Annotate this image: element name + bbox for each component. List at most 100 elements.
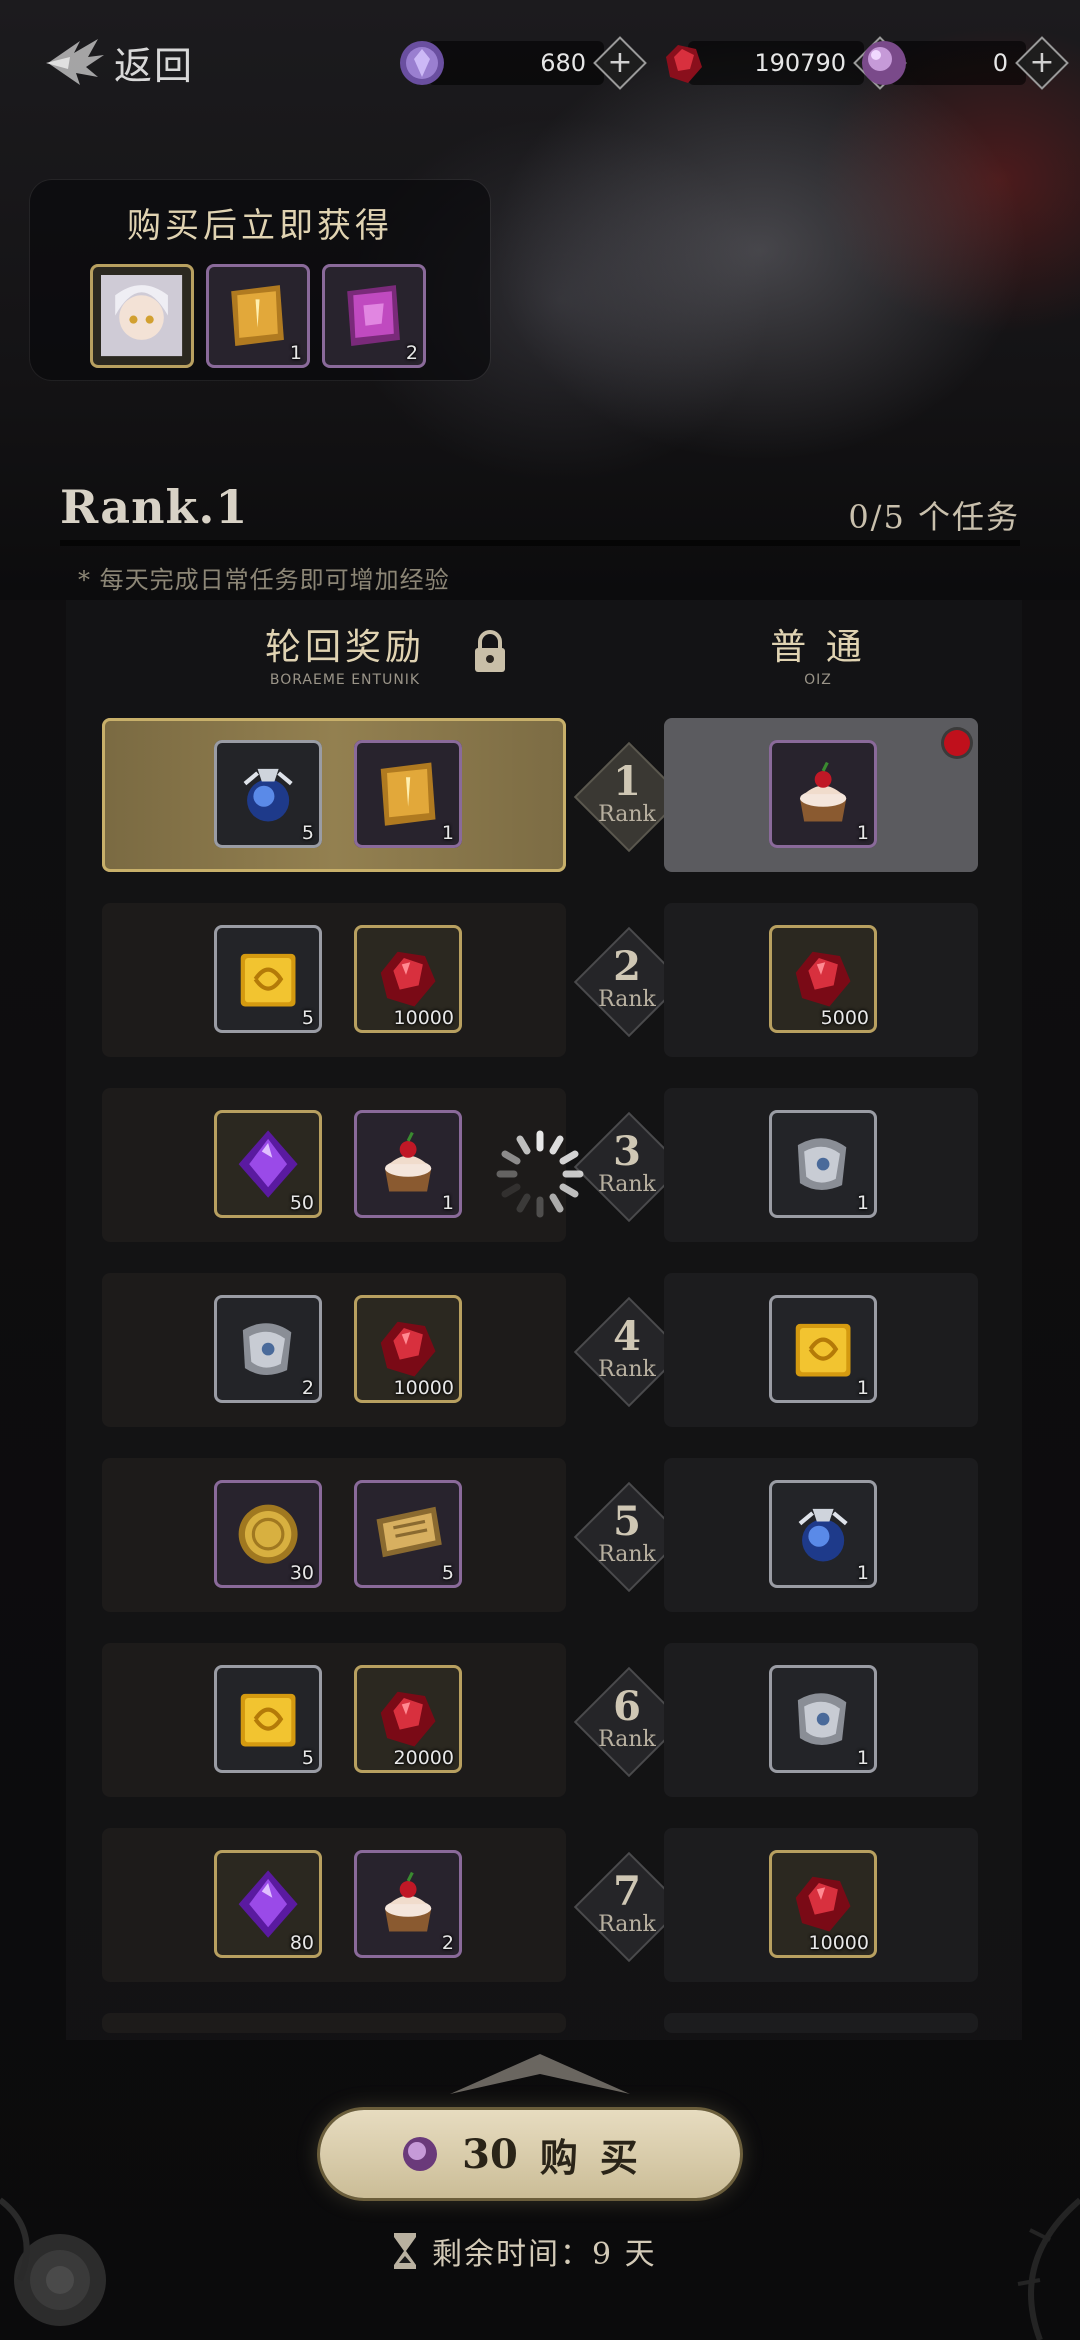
normal-reward-cell[interactable]: 1 — [664, 1273, 978, 1427]
reward-item[interactable]: 1 — [769, 1110, 877, 1218]
reward-row: 5 20000 6 Rank 1 — [102, 1643, 978, 1797]
reward-item[interactable]: 20000 — [354, 1665, 462, 1773]
character-portrait-icon — [101, 275, 183, 357]
reward-item[interactable]: 10000 — [354, 1295, 462, 1403]
cake-icon — [781, 752, 865, 836]
item-count: 20000 — [393, 1747, 454, 1769]
reward-item[interactable]: 80 — [214, 1850, 322, 1958]
rank-label: Rank — [598, 1727, 656, 1752]
premium-reward-cell[interactable]: 51 — [102, 718, 566, 872]
item-count: 1 — [856, 1377, 869, 1399]
add-pink-button[interactable]: + — [1015, 36, 1069, 90]
currency-pink: 0 + — [858, 36, 1069, 90]
buy-label: 购买 — [539, 2134, 660, 2180]
loading-spinner-icon — [496, 1130, 584, 1218]
reward-item[interactable]: 1 — [354, 1110, 462, 1218]
blue-potion-icon — [226, 752, 310, 836]
reward-item[interactable]: 2 — [214, 1295, 322, 1403]
rank-number: 3 — [613, 1128, 641, 1175]
premium-reward-cell[interactable]: 2 10000 — [102, 1273, 566, 1427]
reward-item[interactable]: 1 — [769, 740, 877, 848]
premium-reward-cell[interactable]: 80 2 — [102, 1828, 566, 1982]
instant-reward-panel: 购买后立即获得 1 2 — [30, 180, 490, 380]
reward-item[interactable]: 50 — [214, 1110, 322, 1218]
premium-subtitle: BORAEME ENTUNIK — [269, 672, 421, 688]
premium-reward-cell[interactable]: 5 10000 — [102, 903, 566, 1057]
gold-cube-icon — [226, 1677, 310, 1761]
currency-value: 680 — [428, 41, 604, 85]
cake-icon — [366, 1122, 450, 1206]
item-count: 5 — [441, 1562, 454, 1584]
reward-item[interactable]: 10000 — [769, 1850, 877, 1958]
item-count: 5 — [301, 1747, 314, 1769]
item-count: 50 — [289, 1192, 314, 1214]
ticket-icon — [366, 1492, 450, 1576]
pink-orb-icon — [403, 2137, 438, 2171]
add-purple-button[interactable]: + — [593, 36, 647, 90]
rank-divider — [60, 540, 1020, 546]
reward-item[interactable]: 5 — [214, 1665, 322, 1773]
buy-button[interactable]: 30 购买 — [320, 2110, 740, 2198]
pink-orb-icon — [862, 41, 906, 85]
rank-label: Rank — [598, 1172, 656, 1197]
item-count: 1 — [441, 822, 454, 844]
item-count: 1 — [856, 1747, 869, 1769]
scroll-up-icon[interactable] — [440, 2040, 640, 2100]
reward-row: 2 10000 4 Rank 1 — [102, 1273, 978, 1427]
normal-reward-cell[interactable]: 5000 — [664, 903, 978, 1057]
reward-item[interactable]: 5 — [214, 925, 322, 1033]
rank-number: 7 — [613, 1868, 641, 1915]
normal-reward-cell[interactable]: 1 — [664, 1643, 978, 1797]
rank-label: Rank — [598, 1912, 656, 1937]
item-count: 1 — [289, 342, 302, 364]
item-count: 2 — [301, 1377, 314, 1399]
reward-item[interactable] — [90, 264, 194, 368]
silver-scroll-icon — [781, 1677, 865, 1761]
premium-reward-cell[interactable]: 30 5 — [102, 1458, 566, 1612]
premium-reward-cell[interactable] — [102, 2013, 566, 2033]
buy-price: 30 — [462, 2130, 518, 2178]
rank-number: 4 — [613, 1313, 641, 1360]
plus-icon: + — [607, 45, 633, 80]
normal-reward-cell[interactable] — [664, 2013, 978, 2033]
item-count: 2 — [405, 342, 418, 364]
reward-item[interactable]: 1 — [769, 1480, 877, 1588]
reward-row: 5 1 1 Rank 1 — [102, 718, 978, 872]
premium-reward-cell[interactable]: 5 20000 — [102, 1643, 566, 1797]
reward-item[interactable]: 1 — [769, 1295, 877, 1403]
currency-purple: 680 + — [396, 36, 647, 90]
rank-number: 5 — [613, 1498, 641, 1545]
premium-column-header: 轮回奖励 BORAEME ENTUNIK — [230, 618, 460, 688]
reward-row — [102, 2013, 978, 2033]
normal-reward-cell[interactable]: 1 — [664, 1458, 978, 1612]
item-count: 1 — [856, 1192, 869, 1214]
reward-item[interactable]: 10000 — [354, 925, 462, 1033]
reward-item[interactable]: 1 — [206, 264, 310, 368]
normal-reward-cell[interactable]: 1 — [664, 718, 978, 872]
item-count: 1 — [856, 1562, 869, 1584]
reward-item[interactable]: 2 — [354, 1850, 462, 1958]
back-label: 返回 — [114, 43, 195, 88]
item-count: 1 — [856, 822, 869, 844]
rank-number: 6 — [613, 1683, 641, 1730]
normal-subtitle: OIZ — [804, 672, 832, 688]
normal-title: 普 通 — [770, 627, 866, 668]
gold-scroll-icon — [366, 752, 450, 836]
reward-item[interactable]: 1 — [769, 1665, 877, 1773]
item-count: 2 — [441, 1932, 454, 1954]
currency-value: 0 — [890, 41, 1026, 85]
hourglass-icon — [394, 2233, 416, 2269]
reward-item[interactable]: 5 — [354, 1480, 462, 1588]
thorn-decoration-icon — [1017, 2197, 1080, 2340]
reward-item[interactable]: 5 — [214, 740, 322, 848]
normal-reward-cell[interactable]: 10000 — [664, 1828, 978, 1982]
item-count: 5 — [301, 1007, 314, 1029]
reward-item[interactable]: 5000 — [769, 925, 877, 1033]
back-button[interactable]: 返回 — [40, 22, 194, 102]
reward-item[interactable]: 30 — [214, 1480, 322, 1588]
normal-reward-cell[interactable]: 1 — [664, 1088, 978, 1242]
reward-item[interactable]: 2 — [322, 264, 426, 368]
lock-icon — [475, 630, 505, 672]
rank-number: 1 — [613, 758, 641, 805]
reward-item[interactable]: 1 — [354, 740, 462, 848]
